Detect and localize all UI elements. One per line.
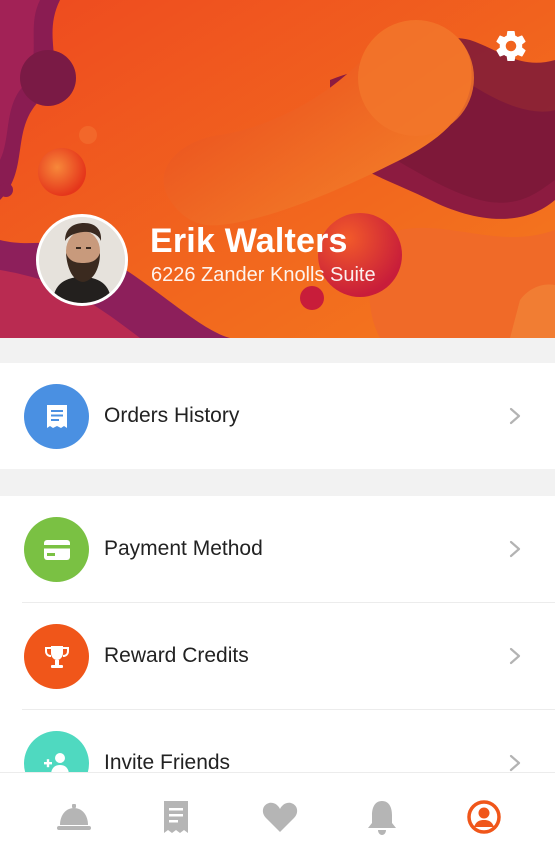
orders-history-label: Orders History [104, 404, 240, 427]
tab-menu[interactable] [54, 797, 94, 837]
payment-method-label: Payment Method [104, 537, 263, 560]
payment-method-icon-circle [24, 517, 89, 582]
avatar[interactable] [36, 214, 128, 306]
heart-icon [262, 802, 298, 832]
avatar-photo [39, 217, 125, 303]
add-user-icon [43, 752, 69, 772]
bell-icon [368, 801, 396, 835]
profile-icon [467, 800, 501, 834]
invite-friends-item[interactable]: Invite Friends [0, 710, 555, 772]
invite-friends-label: Invite Friends [104, 751, 231, 772]
chevron-right-icon [509, 407, 521, 425]
reward-credits-label: Reward Credits [104, 644, 249, 667]
tab-orders[interactable] [156, 797, 196, 837]
tab-profile[interactable] [464, 797, 504, 837]
profile-address: 6226 Zander Knolls Suite [151, 264, 376, 286]
menu-group-account: Payment Method Reward Credits Invite Fri… [0, 496, 555, 772]
reward-credits-item[interactable]: Reward Credits [0, 603, 555, 709]
reward-credits-icon-circle [24, 624, 89, 689]
profile-header: Erik Walters 6226 Zander Knolls Suite [0, 0, 555, 338]
chevron-right-icon [509, 647, 521, 665]
chevron-right-icon [509, 540, 521, 558]
orders-history-icon-circle [24, 384, 89, 449]
payment-method-item[interactable]: Payment Method [0, 496, 555, 602]
receipt-icon [46, 404, 67, 428]
gear-icon [496, 31, 526, 62]
menu-group-orders: Orders History [0, 363, 555, 469]
tab-notifications[interactable] [362, 797, 402, 837]
invite-friends-icon-circle [24, 731, 89, 772]
orders-history-item[interactable]: Orders History [0, 363, 555, 469]
receipt-icon [164, 801, 188, 833]
chevron-right-icon [509, 754, 521, 772]
tab-favorites[interactable] [260, 797, 300, 837]
trophy-icon [44, 645, 69, 668]
profile-name: Erik Walters [150, 222, 348, 260]
settings-button[interactable] [493, 28, 529, 64]
bottom-tab-bar [0, 772, 555, 860]
credit-card-icon [43, 539, 70, 560]
service-bell-icon [57, 804, 91, 830]
